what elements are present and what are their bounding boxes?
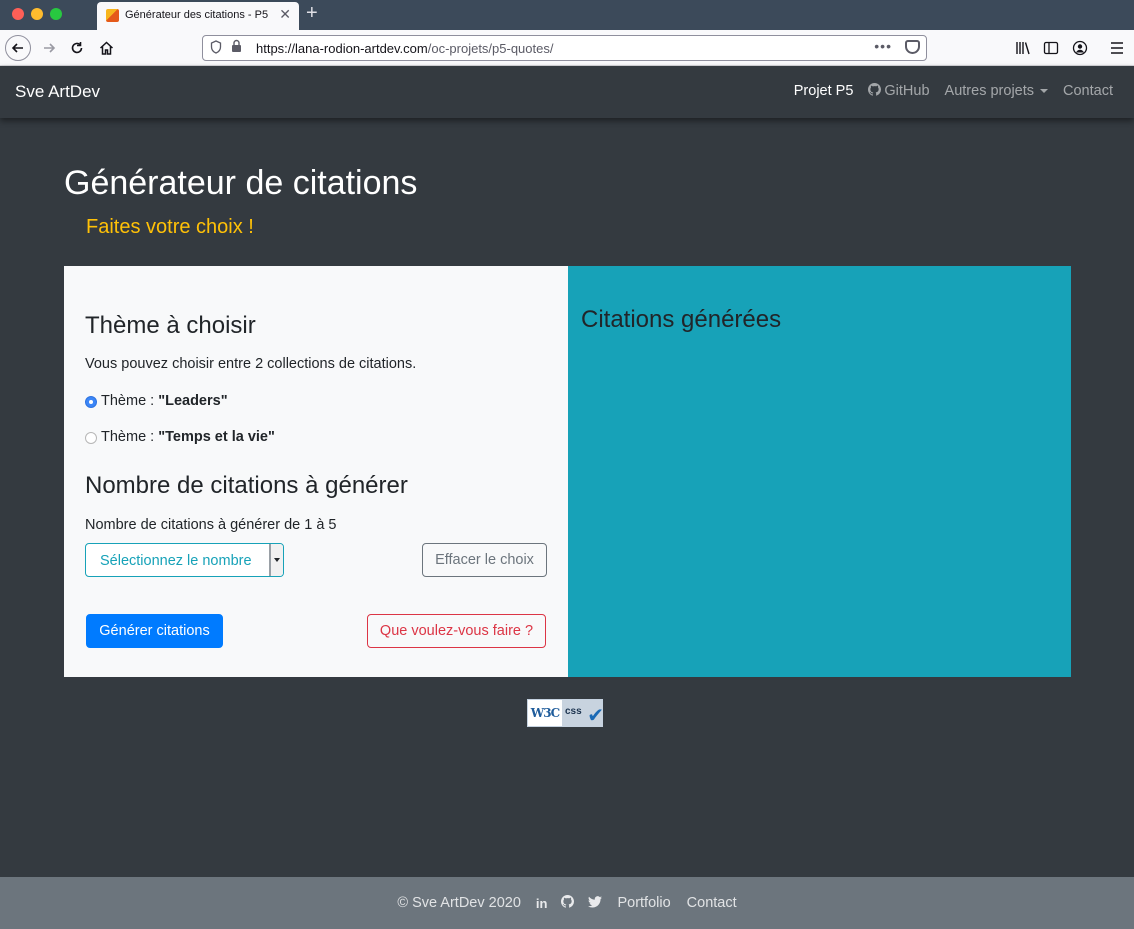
select-arrow-icon[interactable] [269, 544, 283, 576]
footer-copyright: © Sve ArtDev 2020 [397, 895, 521, 911]
forward-arrow-icon[interactable] [38, 37, 60, 59]
close-tab-icon[interactable]: ✕ [279, 6, 291, 23]
twitter-icon[interactable] [588, 895, 603, 911]
quote-form-panel: Thème à choisir Vous pouvez choisir entr… [64, 266, 568, 677]
radio-theme-leaders[interactable] [85, 396, 97, 408]
nav-link-github-label: GitHub [884, 83, 930, 99]
browser-tab[interactable]: Générateur des citations - P5 ✕ [97, 2, 299, 30]
checkmark-icon: ✔ [587, 705, 604, 727]
close-window-button[interactable] [12, 8, 24, 20]
maximize-window-button[interactable] [50, 8, 62, 20]
back-arrow-icon[interactable] [5, 35, 31, 61]
generate-quotes-button[interactable]: Générer citations [86, 614, 223, 648]
page-subtitle: Faites votre choix ! [86, 216, 254, 238]
caret-down-icon [1040, 89, 1049, 94]
theme-option-temps[interactable]: Thème : "Temps et la vie" [101, 429, 275, 445]
quote-results-panel: Citations générées [568, 266, 1071, 677]
quote-count-select[interactable]: Sélectionnez le nombre [85, 543, 284, 577]
nav-links: Projet P5 GitHub Autres projets Contact [794, 83, 1113, 99]
url-text: https://lana-rodion-artdev.com/oc-projet… [256, 41, 553, 56]
brand-logo[interactable]: Sve ArtDev [15, 82, 100, 102]
url-bar[interactable]: https://lana-rodion-artdev.com/oc-projet… [202, 35, 927, 61]
reload-icon[interactable] [66, 37, 88, 59]
theme-leaders-label: "Leaders" [158, 393, 228, 409]
footer-link-portfolio[interactable]: Portfolio [617, 895, 670, 911]
nav-link-autres-label: Autres projets [944, 83, 1035, 99]
theme-intro: Vous pouvez choisir entre 2 collections … [85, 356, 417, 372]
lock-icon[interactable] [231, 39, 242, 56]
w3c-logo: W3C [528, 700, 562, 726]
tab-title: Générateur des citations - P5 [125, 9, 269, 21]
account-icon[interactable] [1069, 37, 1091, 59]
css-text: css [565, 706, 582, 717]
page-actions-icon[interactable]: ••• [874, 38, 892, 54]
github-icon[interactable] [561, 895, 575, 911]
count-help: Nombre de citations à générer de 1 à 5 [85, 517, 337, 533]
w3c-css-badge[interactable]: W3C css ✔ [527, 699, 604, 727]
css-label: css ✔ [562, 700, 604, 727]
theme-option-leaders[interactable]: Thème : "Leaders" [101, 393, 228, 409]
footer-content: © Sve ArtDev 2020 in Portfolio Contact [0, 895, 1134, 911]
favicon-icon [106, 9, 119, 22]
pocket-icon[interactable] [905, 40, 920, 54]
github-icon [868, 83, 882, 96]
theme-heading: Thème à choisir [85, 312, 256, 339]
linkedin-icon[interactable]: in [536, 896, 548, 911]
minimize-window-button[interactable] [31, 8, 43, 20]
nav-link-autres-projets[interactable]: Autres projets [944, 83, 1049, 99]
radio-theme-temps[interactable] [85, 432, 97, 444]
theme-temps-label: "Temps et la vie" [158, 429, 275, 445]
browser-toolbar: https://lana-rodion-artdev.com/oc-projet… [0, 30, 1134, 66]
nav-link-projet-p5[interactable]: Projet P5 [794, 83, 854, 99]
theme-prefix: Thème : [101, 429, 159, 445]
shield-icon[interactable] [210, 40, 222, 57]
url-path: /oc-projets/p5-quotes/ [427, 41, 554, 56]
sidebar-icon[interactable] [1040, 37, 1062, 59]
page-title: Générateur de citations [64, 164, 418, 202]
theme-prefix: Thème : [101, 393, 159, 409]
url-domain: https://lana-rodion-artdev.com [256, 41, 428, 56]
count-heading: Nombre de citations à générer [85, 472, 408, 499]
footer-link-contact[interactable]: Contact [687, 895, 737, 911]
nav-link-github[interactable]: GitHub [868, 83, 930, 99]
site-navbar: Sve ArtDev Projet P5 GitHub Autres proje… [0, 66, 1134, 118]
help-button[interactable]: Que voulez-vous faire ? [367, 614, 546, 648]
nav-link-contact[interactable]: Contact [1063, 83, 1113, 99]
clear-choice-button[interactable]: Effacer le choix [422, 543, 547, 577]
new-tab-button[interactable]: + [306, 2, 318, 25]
site-footer: © Sve ArtDev 2020 in Portfolio Contact [0, 877, 1134, 929]
browser-titlebar: Générateur des citations - P5 ✕ + [0, 0, 1134, 30]
results-heading: Citations générées [581, 306, 782, 333]
library-icon[interactable] [1012, 37, 1034, 59]
home-icon[interactable] [95, 37, 117, 59]
menu-icon[interactable] [1106, 37, 1128, 59]
select-label: Sélectionnez le nombre [100, 553, 252, 569]
